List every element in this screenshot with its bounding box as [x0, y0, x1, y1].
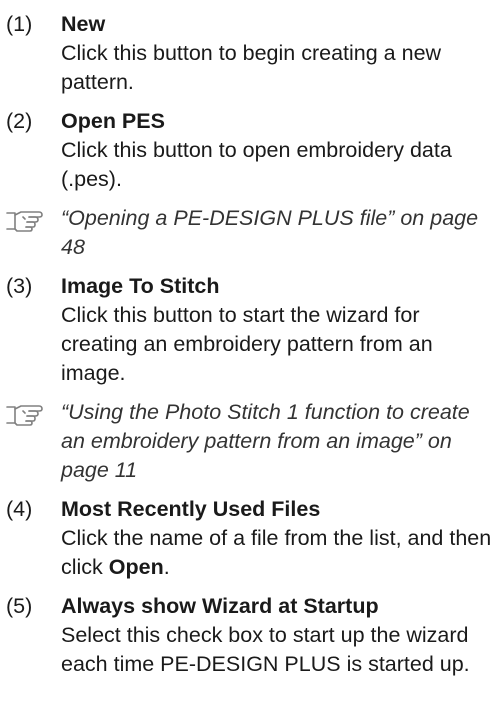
- list-item-new: (1) New Click this button to begin creat…: [0, 10, 499, 97]
- item-title: Always show Wizard at Startup: [61, 594, 379, 618]
- item-number: (5): [6, 594, 33, 618]
- item-description: Click this button to begin creating a ne…: [61, 41, 442, 94]
- item-number: (1): [6, 12, 33, 36]
- item-number: (2): [6, 109, 33, 133]
- item-title: New: [61, 12, 106, 36]
- item-title: Image To Stitch: [61, 274, 220, 298]
- item-title: Most Recently Used Files: [61, 497, 321, 521]
- item-description: Click this button to start the wizard fo…: [61, 303, 433, 385]
- item-description: Click this button to open embroidery dat…: [61, 138, 452, 191]
- cross-reference: “Opening a PE-DESIGN PLUS file” on page …: [0, 204, 499, 262]
- item-description: Select this check box to start up the wi…: [61, 623, 470, 676]
- list-item-open-pes: (2) Open PES Click this button to open e…: [0, 107, 499, 194]
- document-page: (1) New Click this button to begin creat…: [0, 0, 499, 708]
- item-number: (4): [6, 497, 33, 521]
- cross-reference: “Using the Photo Stitch 1 function to cr…: [0, 398, 499, 485]
- reference-text: “Using the Photo Stitch 1 function to cr…: [61, 400, 470, 482]
- pointing-hand-icon: [6, 405, 43, 426]
- open-label: Open: [108, 555, 164, 579]
- description-text-end: .: [163, 555, 170, 579]
- pointing-hand-icon: [6, 211, 43, 232]
- list-item-most-recently-used-files: (4) Most Recently Used Files Click the n…: [0, 495, 499, 582]
- reference-text: “Opening a PE-DESIGN PLUS file” on page …: [61, 206, 479, 259]
- item-title: Open PES: [61, 109, 165, 133]
- item-description: Click the name of a file from the list, …: [61, 524, 499, 582]
- list-item-image-to-stitch: (3) Image To Stitch Click this button to…: [0, 272, 499, 388]
- list-item-always-show-wizard: (5) Always show Wizard at Startup Select…: [0, 592, 499, 679]
- item-number: (3): [6, 274, 33, 298]
